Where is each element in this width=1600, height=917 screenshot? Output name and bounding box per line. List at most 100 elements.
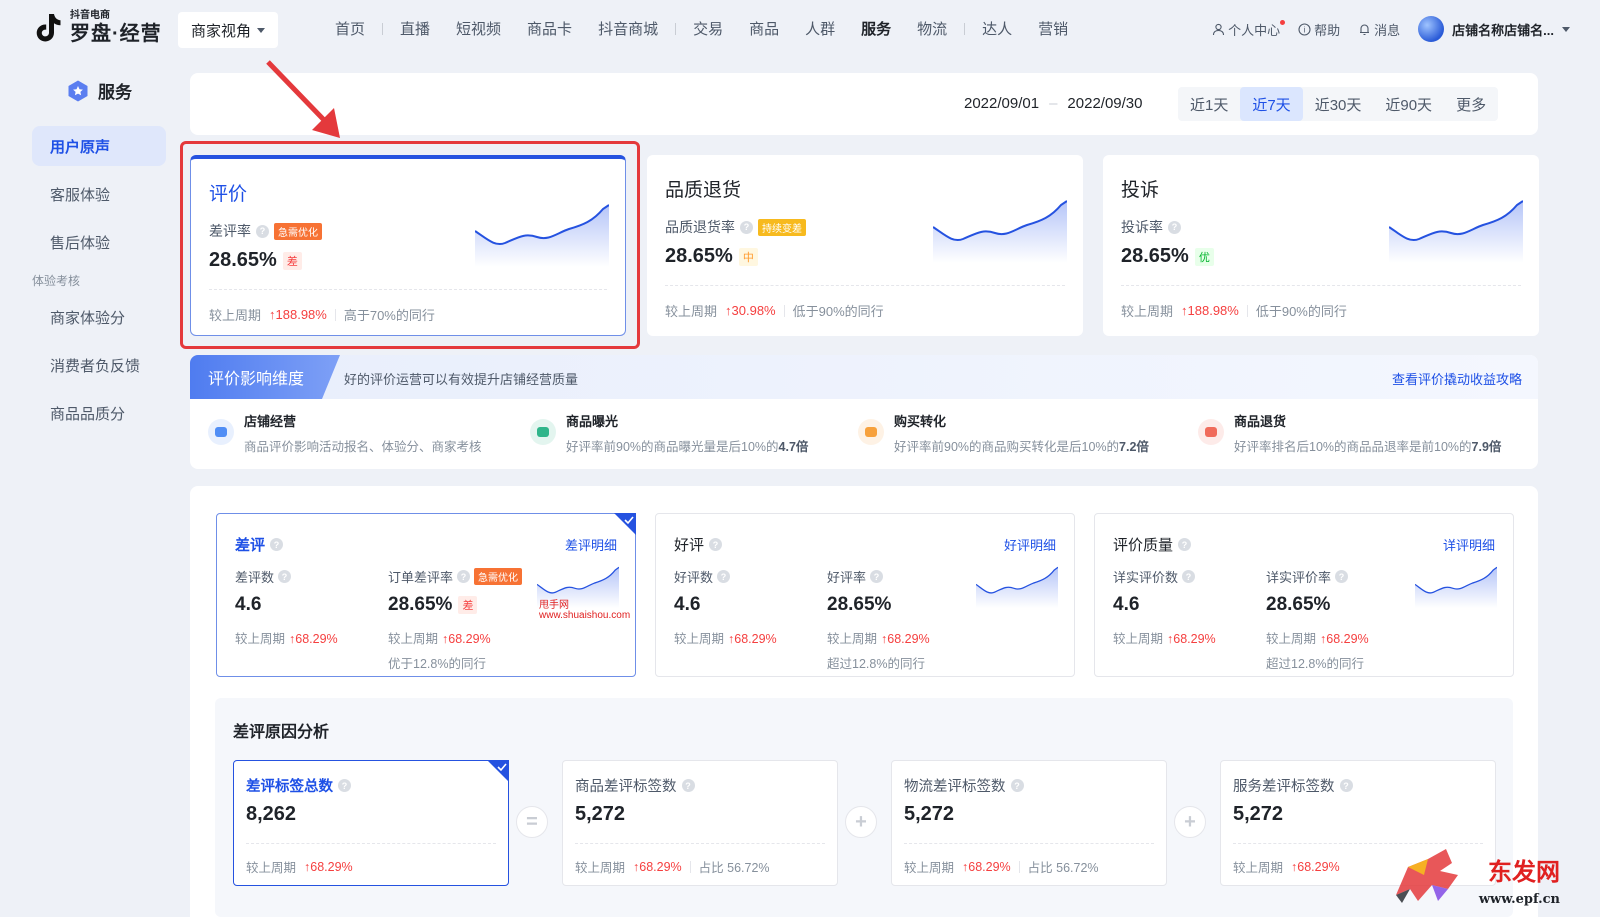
user-icon (1212, 23, 1225, 36)
store-switcher[interactable]: 店铺名称店铺名... (1418, 16, 1570, 42)
trend-sparkline (933, 199, 1067, 263)
nav-item[interactable]: 直播 (387, 18, 443, 39)
nav-item[interactable]: 营销 (1025, 18, 1081, 39)
help-icon[interactable]: ? (278, 570, 291, 583)
reason-card[interactable]: 差评标签总数?8,262较上周期↑68.29% (233, 760, 509, 886)
nav-item[interactable]: 达人 (969, 18, 1025, 39)
help-icon[interactable]: ? (870, 570, 883, 583)
help-link[interactable]: i 帮助 (1298, 20, 1340, 39)
selected-check-icon (614, 513, 636, 535)
nav-item[interactable]: 短视频 (443, 18, 514, 39)
metric-label: 品质退货率 (665, 217, 735, 237)
help-icon[interactable]: ? (682, 779, 695, 792)
review-metric-value-row: 4.6 (235, 594, 338, 616)
metric-card[interactable]: 投诉投诉率?28.65%优较上周期↑188.98%低于90%的同行 (1103, 155, 1539, 336)
date-tab[interactable]: 近90天 (1373, 87, 1444, 121)
review-metric-label-row: 差评数? (235, 567, 338, 586)
help-icon[interactable]: ? (717, 570, 730, 583)
nav-item[interactable]: 抖音商城 (585, 18, 671, 39)
reason-card[interactable]: 物流差评标签数?5,272较上周期↑68.29%占比 56.72% (891, 760, 1167, 886)
review-metric-value: 28.65% (388, 594, 452, 616)
view-select[interactable]: 商家视角 (178, 12, 278, 48)
nav-item[interactable]: 商品 (736, 18, 792, 39)
nav-item[interactable]: 交易 (680, 18, 736, 39)
nav-separator (382, 23, 383, 35)
store-avatar (1418, 16, 1444, 42)
eye-icon-glyph (537, 427, 549, 437)
review-metric-label: 详实评价数 (1113, 567, 1178, 586)
impact-desc: 好评率前90%的商品购买转化是后10%的 (894, 440, 1119, 454)
detail-link[interactable]: 好评明细 (1004, 535, 1056, 554)
help-icon[interactable]: ? (1335, 570, 1348, 583)
date-tab[interactable]: 近1天 (1178, 87, 1240, 121)
detail-link[interactable]: 差评明细 (565, 535, 617, 554)
help-icon[interactable]: ? (270, 538, 283, 551)
help-icon[interactable]: ? (740, 221, 753, 234)
date-tab[interactable]: 近7天 (1240, 87, 1302, 121)
date-range-picker[interactable]: 2022/09/01 – 2022/09/30 (964, 95, 1143, 112)
review-metric-footer: 较上周期↑68.29% (1113, 628, 1216, 647)
sidebar-item[interactable]: 商品品质分 (32, 393, 166, 433)
trend-sparkline (1389, 199, 1523, 263)
review-card[interactable]: 差评?差评明细差评数?4.6较上周期↑68.29%订单差评率?急需优化28.65… (216, 513, 636, 677)
selected-check-icon (487, 760, 509, 782)
change-value: 68.29% (1173, 632, 1215, 646)
store-icon (208, 419, 234, 445)
review-metric-value-row: 4.6 (674, 594, 777, 616)
help-icon[interactable]: ? (709, 538, 722, 551)
help-icon[interactable]: ? (1168, 221, 1181, 234)
review-metric-footer: 较上周期↑68.29% (1266, 628, 1369, 647)
impact-name: 商品退货 (1234, 411, 1501, 430)
date-tab[interactable]: 更多 (1444, 87, 1498, 121)
review-card[interactable]: 好评?好评明细好评数?4.6较上周期↑68.29%好评率?28.65%较上周期↑… (655, 513, 1075, 677)
date-tab[interactable]: 近30天 (1303, 87, 1374, 121)
help-icon[interactable]: ? (1340, 779, 1353, 792)
highlight-box (180, 141, 640, 349)
impact-multiplier: 7.9倍 (1472, 440, 1502, 454)
nav-item[interactable]: 人群 (792, 18, 848, 39)
nav-item[interactable]: 商品卡 (514, 18, 585, 39)
nav-item[interactable]: 服务 (848, 18, 904, 39)
nav-item[interactable]: 物流 (904, 18, 960, 39)
metric-card[interactable]: 品质退货品质退货率?持续变差28.65%中较上周期↑30.98%低于90%的同行 (647, 155, 1083, 336)
messages-link[interactable]: 消息 (1358, 20, 1400, 39)
reason-value: 8,262 (246, 803, 296, 826)
personal-center-link[interactable]: 个人中心 (1212, 20, 1280, 39)
sidebar-item[interactable]: 用户原声 (32, 126, 166, 166)
review-card-title-row: 差评? (235, 534, 283, 555)
metric-value-row: 28.65%中 (665, 245, 758, 268)
impact-strategy-link[interactable]: 查看评价撬动收益攻略 (1392, 369, 1522, 388)
metric-footer: 较上周期↑30.98%低于90%的同行 (665, 301, 884, 320)
help-icon[interactable]: ? (338, 779, 351, 792)
review-metric-value-row: 28.65% (1266, 594, 1369, 616)
personal-center-label: 个人中心 (1228, 20, 1280, 39)
help-icon[interactable]: ? (1182, 570, 1195, 583)
detail-link[interactable]: 详评明细 (1443, 535, 1495, 554)
help-icon[interactable]: ? (457, 570, 470, 583)
help-icon[interactable]: ? (1178, 538, 1191, 551)
brand-big: 罗盘·经营 (70, 24, 162, 44)
peer-compare: 超过12.8%的同行 (827, 653, 930, 672)
annotation-arrow-icon (262, 58, 352, 142)
help-icon[interactable]: ? (1011, 779, 1024, 792)
change-value: 68.29% (448, 632, 490, 646)
change-value: 68.29% (887, 632, 929, 646)
review-card-title-row: 好评? (674, 534, 722, 555)
review-card[interactable]: 评价质量?详评明细详实评价数?4.6较上周期↑68.29%详实评价率?28.65… (1094, 513, 1514, 677)
watermark-text: 甩手网 (539, 596, 569, 611)
date-start: 2022/09/01 (964, 95, 1039, 112)
sidebar-item[interactable]: 商家体验分 (32, 297, 166, 337)
nav-item[interactable]: 首页 (322, 18, 378, 39)
review-metric-col: 好评率?28.65%较上周期↑68.29%超过12.8%的同行 (827, 567, 930, 672)
sidebar: 服务 用户原声客服体验售后体验体验考核商家体验分消费者负反馈商品品质分 (0, 60, 178, 917)
date-quick-tabs: 近1天近7天近30天近90天更多 (1178, 87, 1498, 121)
review-metric-col: 差评数?4.6较上周期↑68.29% (235, 567, 338, 647)
brand-logo[interactable]: 抖音电商 罗盘·经营 (30, 10, 162, 44)
sidebar-item[interactable]: 售后体验 (32, 222, 166, 262)
divider (575, 843, 825, 844)
reason-card[interactable]: 商品差评标签数?5,272较上周期↑68.29%占比 56.72% (562, 760, 838, 886)
sidebar-item[interactable]: 客服体验 (32, 174, 166, 214)
sidebar-item[interactable]: 消费者负反馈 (32, 345, 166, 385)
compare-label: 较上周期 (235, 632, 285, 646)
metric-title: 品质退货 (665, 175, 741, 202)
